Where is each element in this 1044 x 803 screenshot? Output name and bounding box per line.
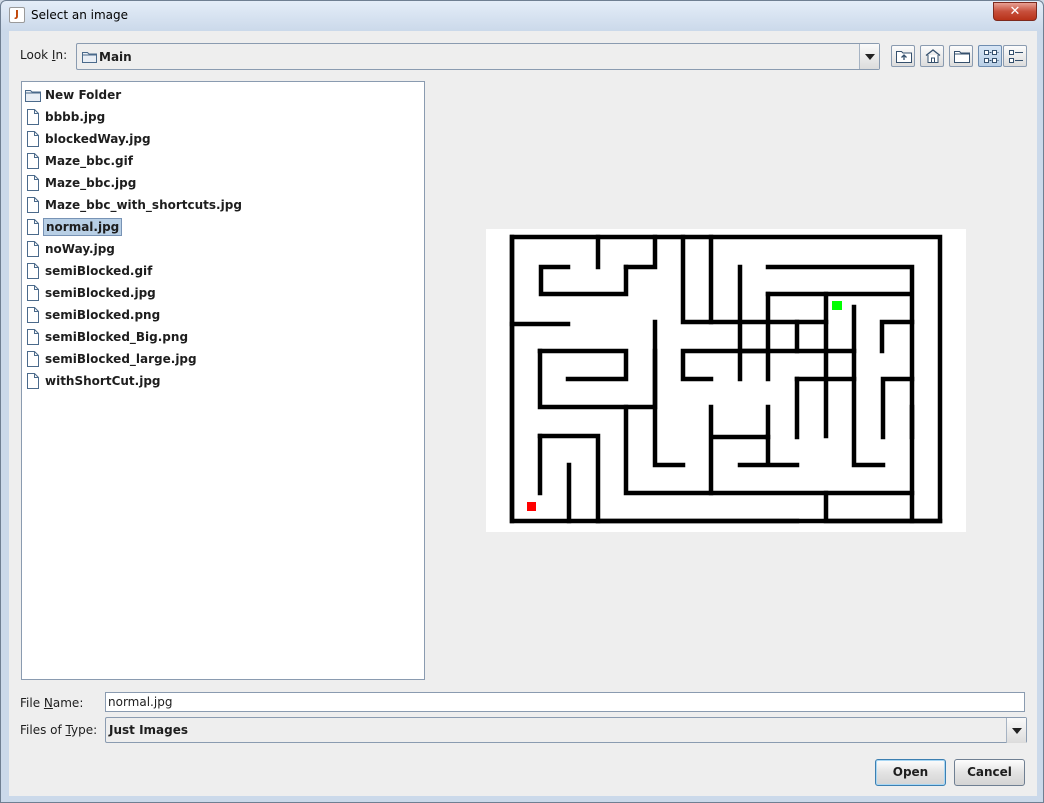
file-icon (27, 373, 39, 389)
file-list-item[interactable]: Maze_bbc.jpg (22, 172, 424, 194)
file-list-item[interactable]: semiBlocked_Big.png (22, 326, 424, 348)
file-icon (27, 153, 39, 169)
file-name-text: bbbb.jpg (45, 110, 106, 124)
file-icon (27, 351, 39, 367)
files-of-type-value: Just Images (109, 723, 189, 737)
list-view-button[interactable] (978, 45, 1002, 67)
open-button[interactable]: Open (875, 759, 946, 786)
details-view-button[interactable] (1003, 45, 1027, 67)
folder-icon (25, 90, 41, 102)
java-icon: J (9, 7, 25, 23)
file-list-item[interactable]: semiBlocked_large.jpg (22, 348, 424, 370)
file-icon (27, 241, 39, 257)
file-icon (27, 307, 39, 323)
file-name-input[interactable]: normal.jpg (105, 692, 1025, 712)
look-in-value: Main (99, 50, 132, 64)
look-in-dropdown-arrow[interactable] (859, 44, 879, 69)
file-name-text: semiBlocked_Big.png (45, 330, 189, 344)
look-in-label: Look In: (20, 48, 68, 62)
title-bar[interactable]: J Select an image ✕ (1, 1, 1043, 31)
file-icon (27, 175, 39, 191)
file-icon (27, 285, 39, 301)
file-icon (27, 197, 39, 213)
file-name-text: withShortCut.jpg (45, 374, 161, 388)
new-folder-button[interactable] (949, 45, 973, 67)
file-list-item[interactable]: Maze_bbc_with_shortcuts.jpg (22, 194, 424, 216)
file-name-text: New Folder (45, 88, 122, 102)
maze-start-marker (527, 502, 536, 511)
file-name-text: noWay.jpg (45, 242, 115, 256)
file-name-text: normal.jpg (43, 218, 123, 236)
file-list-item[interactable]: noWay.jpg (22, 238, 424, 260)
file-list-item[interactable]: normal.jpg (22, 216, 424, 238)
file-list-item[interactable]: semiBlocked.png (22, 304, 424, 326)
details-view-icon (1009, 50, 1023, 63)
new-folder-icon (954, 51, 970, 63)
window-title: Select an image (31, 8, 128, 22)
home-icon (925, 49, 941, 63)
file-list[interactable]: New Folder bbbb.jpg blockedWay.jpg Maze_bbc… (21, 81, 425, 680)
file-name-label: File Name: (20, 696, 84, 710)
files-of-type-dropdown-arrow[interactable] (1006, 718, 1026, 743)
image-preview (486, 229, 966, 532)
files-of-type-combobox[interactable]: Just Images (105, 717, 1027, 743)
file-list-item[interactable]: New Folder (22, 84, 424, 106)
close-icon: ✕ (1009, 4, 1021, 19)
file-list-item[interactable]: blockedWay.jpg (22, 128, 424, 150)
file-list-item[interactable]: bbbb.jpg (22, 106, 424, 128)
maze-preview-image (509, 234, 943, 524)
file-name-text: Maze_bbc.jpg (45, 176, 137, 190)
file-icon (27, 131, 39, 147)
home-button[interactable] (920, 45, 944, 67)
file-list-item[interactable]: withShortCut.jpg (22, 370, 424, 392)
file-name-text: semiBlocked.gif (45, 264, 153, 278)
file-icon (27, 263, 39, 279)
dialog-content: Look In: Main New Folder bbbb.jpg blocke… (9, 31, 1037, 796)
files-of-type-label: Files of Type: (20, 723, 98, 737)
file-icon (27, 329, 39, 345)
file-name-text: Maze_bbc.gif (45, 154, 133, 168)
file-list-item[interactable]: semiBlocked.gif (22, 260, 424, 282)
file-chooser-dialog: J Select an image ✕ Look In: Main New Fo… (0, 0, 1044, 803)
file-name-text: semiBlocked.png (45, 308, 161, 322)
cancel-button[interactable]: Cancel (954, 759, 1025, 786)
file-list-item[interactable]: semiBlocked.jpg (22, 282, 424, 304)
folder-icon (82, 52, 97, 63)
maze-goal-marker (832, 301, 842, 310)
look-in-combobox[interactable]: Main (76, 43, 880, 70)
up-one-level-icon (896, 51, 912, 63)
list-view-icon (984, 50, 999, 63)
file-name-text: blockedWay.jpg (45, 132, 151, 146)
up-one-level-button[interactable] (891, 45, 915, 67)
file-name-text: Maze_bbc_with_shortcuts.jpg (45, 198, 242, 212)
file-icon (27, 219, 39, 235)
file-icon (27, 109, 39, 125)
file-name-text: semiBlocked.jpg (45, 286, 156, 300)
close-button[interactable]: ✕ (993, 2, 1037, 21)
file-name-text: semiBlocked_large.jpg (45, 352, 197, 366)
file-list-item[interactable]: Maze_bbc.gif (22, 150, 424, 172)
